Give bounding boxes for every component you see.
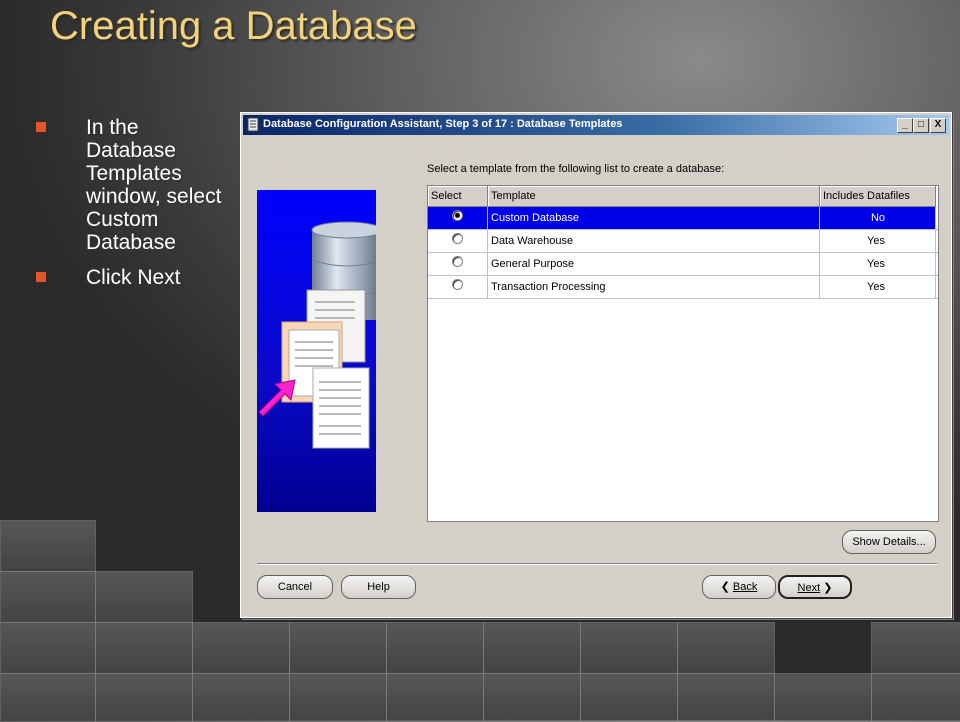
back-button[interactable]: ❮ Back (702, 575, 776, 599)
background-tile (580, 622, 678, 674)
dca-dialog: Database Configuration Assistant, Step 3… (240, 112, 952, 618)
background-tile (95, 622, 193, 674)
slide-title: Creating a Database (50, 4, 417, 48)
maximize-button[interactable]: □ (913, 118, 929, 133)
select-cell (428, 207, 488, 229)
dialog-titlebar[interactable]: Database Configuration Assistant, Step 3… (243, 115, 949, 135)
back-label: Back (732, 581, 758, 593)
template-cell: Custom Database (488, 207, 820, 229)
app-icon (247, 117, 259, 132)
bullet-text: In the Database Templates window, select… (86, 116, 222, 254)
radio-button[interactable] (452, 256, 463, 267)
background-tile (677, 673, 775, 722)
radio-button[interactable] (452, 279, 463, 290)
background-tile (871, 622, 960, 674)
column-header-template[interactable]: Template (488, 186, 820, 207)
bullet-item: In the Database Templates window, select… (34, 116, 224, 254)
background-tile (192, 673, 290, 722)
background-tile (0, 520, 96, 572)
background-tile (386, 673, 484, 722)
select-cell (428, 253, 488, 275)
includes-datafiles-cell: No (820, 207, 936, 229)
templates-table: Select Template Includes Datafiles Custo… (427, 185, 939, 522)
table-row[interactable]: Transaction Processing Yes (428, 276, 938, 299)
database-documents-illustration (258, 221, 383, 449)
bullet-item: Click Next (34, 266, 224, 289)
dialog-title: Database Configuration Assistant, Step 3… (263, 118, 623, 130)
background-tile (386, 622, 484, 674)
table-row[interactable]: Custom Database No (428, 207, 938, 230)
bullet-text: Click Next (86, 266, 181, 289)
next-label: Next (797, 582, 821, 594)
background-tile (774, 673, 872, 722)
minimize-button[interactable]: _ (897, 118, 913, 133)
table-row[interactable]: Data Warehouse Yes (428, 230, 938, 253)
background-tile (0, 673, 96, 722)
radio-button[interactable] (452, 210, 463, 221)
next-button[interactable]: Next ❯ (778, 575, 852, 599)
background-tile (289, 622, 387, 674)
template-cell: General Purpose (488, 253, 820, 275)
includes-datafiles-cell: Yes (820, 230, 936, 252)
template-cell: Data Warehouse (488, 230, 820, 252)
show-details-button[interactable]: Show Details... (842, 530, 936, 554)
close-button[interactable]: X (930, 118, 946, 133)
background-tile (0, 622, 96, 674)
includes-datafiles-cell: Yes (820, 253, 936, 275)
background-tile (483, 622, 581, 674)
includes-datafiles-cell: Yes (820, 276, 936, 298)
background-tile (192, 622, 290, 674)
wizard-banner-image (257, 190, 383, 512)
select-cell (428, 230, 488, 252)
help-button[interactable]: Help (341, 575, 416, 599)
background-tile (289, 673, 387, 722)
background-tile (871, 673, 960, 722)
background-tile (483, 673, 581, 722)
table-row[interactable]: General Purpose Yes (428, 253, 938, 276)
column-header-includes-datafiles[interactable]: Includes Datafiles (820, 186, 936, 207)
bullet-marker (36, 122, 46, 132)
separator (257, 563, 937, 565)
background-tile (95, 571, 193, 623)
template-cell: Transaction Processing (488, 276, 820, 298)
instruction-text: Select a template from the following lis… (427, 163, 725, 175)
table-header: Select Template Includes Datafiles (428, 186, 938, 207)
background-tile (580, 673, 678, 722)
background-tile (677, 622, 775, 674)
bullet-list: In the Database Templates window, select… (34, 116, 224, 301)
column-header-select[interactable]: Select (428, 186, 488, 207)
bullet-marker (36, 272, 46, 282)
select-cell (428, 276, 488, 298)
chevron-left-icon: ❮ (720, 581, 730, 593)
chevron-right-icon: ❯ (823, 582, 833, 594)
background-tile (0, 571, 96, 623)
cancel-button[interactable]: Cancel (257, 575, 333, 599)
radio-button[interactable] (452, 233, 463, 244)
background-tile (95, 673, 193, 722)
